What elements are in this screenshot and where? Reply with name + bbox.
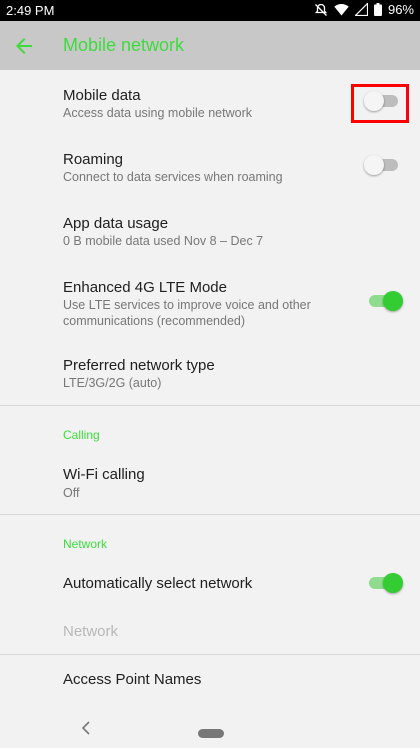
enhanced-lte-toggle[interactable] [367,291,403,311]
app-data-usage-row[interactable]: App data usage 0 B mobile data used Nov … [0,208,420,258]
highlight-box [351,84,409,123]
divider [0,405,420,406]
nav-back-icon[interactable] [78,718,94,738]
status-time: 2:49 PM [6,3,55,18]
preferred-network-row[interactable]: Preferred network type LTE/3G/2G (auto) [0,350,420,400]
wifi-icon [334,4,349,16]
preferred-network-subtitle: LTE/3G/2G (auto) [63,376,162,390]
access-point-names-row[interactable]: Access Point Names [0,662,420,698]
wifi-calling-subtitle: Off [63,486,80,500]
enhanced-lte-row[interactable]: Enhanced 4G LTE Mode Use LTE services to… [0,272,420,334]
network-title: Network [63,623,119,640]
battery-percent: 96% [387,2,414,17]
wifi-calling-row[interactable]: Wi-Fi calling Off [0,460,420,510]
enhanced-lte-title: Enhanced 4G LTE Mode [63,279,227,296]
roaming-row[interactable]: Roaming Connect to data services when ro… [0,144,420,194]
wifi-calling-title: Wi-Fi calling [63,466,145,483]
navigation-bar [0,708,420,748]
back-arrow-icon[interactable] [12,34,36,58]
page-title: Mobile network [63,35,185,55]
divider [0,514,420,515]
mobile-data-subtitle: Access data using mobile network [63,106,252,120]
roaming-title: Roaming [63,151,124,168]
network-row: Network [0,614,420,648]
app-bar: Mobile network [0,21,420,70]
home-pill-icon[interactable] [198,729,224,738]
status-bar: 2:49 PM 96% [0,0,420,21]
auto-select-network-toggle[interactable] [367,573,403,593]
access-point-names-title: Access Point Names [63,671,202,688]
app-data-usage-title: App data usage [63,215,169,232]
enhanced-lte-subtitle-line1: Use LTE services to improve voice and ot… [63,298,311,312]
notifications-off-icon [314,3,328,16]
mobile-data-title: Mobile data [63,87,141,104]
divider [0,654,420,655]
auto-select-network-title: Automatically select network [63,575,253,592]
app-data-usage-subtitle: 0 B mobile data used Nov 8 – Dec 7 [63,234,264,248]
status-icons: 96% [314,2,414,17]
preferred-network-title: Preferred network type [63,357,215,374]
auto-select-network-row[interactable]: Automatically select network [0,566,420,602]
network-section-header: Network [63,537,108,551]
enhanced-lte-subtitle-line2: communications (recommended) [63,314,246,328]
calling-section-header: Calling [63,428,100,442]
roaming-toggle[interactable] [364,155,400,175]
cell-signal-icon [354,3,368,16]
battery-icon [373,3,382,16]
roaming-subtitle: Connect to data services when roaming [63,170,283,184]
